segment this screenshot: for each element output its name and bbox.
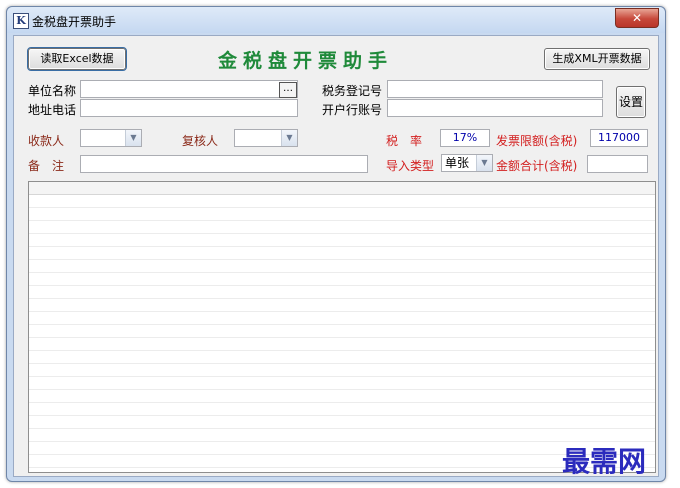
grid-body[interactable] (29, 195, 655, 472)
total-amount-field[interactable] (587, 155, 648, 173)
total-amount-label: 金额合计(含税) (496, 159, 578, 173)
close-button[interactable]: ✕ (615, 8, 659, 28)
remark-field[interactable] (80, 155, 368, 173)
address-phone-field[interactable] (80, 99, 298, 117)
company-name-field[interactable] (80, 80, 298, 98)
import-type-select[interactable]: 单张 ▼ (441, 154, 493, 172)
window-title: 金税盘开票助手 (32, 15, 117, 29)
app-heading: 金税盘开票助手 (218, 50, 394, 72)
chevron-down-icon: ▼ (281, 130, 297, 146)
bank-account-label: 开户行账号 (322, 103, 383, 117)
settings-button[interactable]: 设置 (616, 86, 646, 118)
tax-rate-field[interactable]: 17% (440, 129, 490, 147)
company-name-label: 单位名称 (28, 84, 77, 98)
chevron-down-icon: ▼ (125, 130, 141, 146)
invoice-limit-label: 发票限额(含税) (496, 134, 578, 148)
read-excel-button[interactable]: 读取Excel数据 (27, 47, 127, 71)
reviewer-label: 复核人 (182, 134, 219, 148)
address-phone-label: 地址电话 (28, 103, 77, 117)
data-grid[interactable] (28, 181, 656, 473)
app-k-icon: K (13, 13, 29, 29)
chevron-down-icon: ▼ (476, 155, 492, 171)
payee-label: 收款人 (28, 134, 65, 148)
tax-id-field[interactable] (387, 80, 603, 98)
title-bar[interactable]: K 金税盘开票助手 ✕ (7, 7, 665, 33)
reviewer-select[interactable]: ▼ (234, 129, 298, 147)
app-window: K 金税盘开票助手 ✕ 读取Excel数据 金税盘开票助手 生成XML开票数据 … (6, 6, 666, 482)
main-panel: 读取Excel数据 金税盘开票助手 生成XML开票数据 单位名称 … 税务登记号… (13, 35, 659, 477)
payee-select[interactable]: ▼ (80, 129, 142, 147)
tax-id-label: 税务登记号 (322, 84, 383, 98)
import-type-value: 单张 (445, 156, 470, 170)
grid-header (29, 182, 655, 195)
invoice-limit-field[interactable]: 117000 (590, 129, 648, 147)
import-type-label: 导入类型 (386, 159, 435, 173)
remark-label: 备 注 (28, 159, 65, 173)
watermark-text: 最需网 (562, 445, 647, 478)
bank-account-field[interactable] (387, 99, 603, 117)
browse-company-button[interactable]: … (279, 82, 297, 98)
generate-xml-button[interactable]: 生成XML开票数据 (544, 48, 650, 70)
tax-rate-label: 税 率 (386, 134, 423, 148)
